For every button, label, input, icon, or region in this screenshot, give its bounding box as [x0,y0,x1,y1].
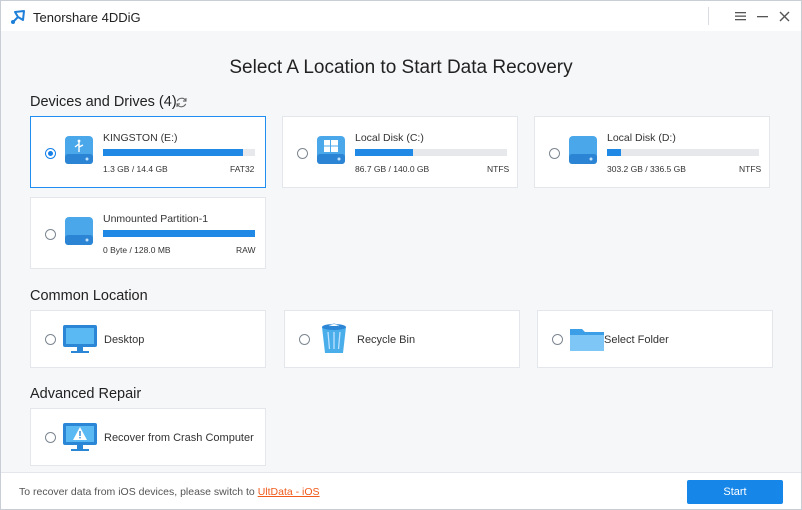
close-button[interactable] [775,7,793,25]
ultdata-ios-link[interactable]: UltData - iOS [258,486,320,498]
radio-select-folder[interactable] [552,334,563,345]
close-icon [779,11,789,21]
hard-drive-icon [65,217,93,245]
minimize-icon [756,16,768,18]
drive-size: 86.7 GB / 140.0 GB [355,164,430,174]
usage-bar [103,230,255,237]
drive-size: 0 Byte / 128.0 MB [103,245,171,255]
windows-drive-icon [317,136,345,164]
menu-button[interactable] [731,7,749,25]
location-label: Select Folder [604,334,669,346]
drive-card-unmounted[interactable]: Unmounted Partition-1 0 Byte / 128.0 MB … [30,197,266,269]
location-card-crash-computer[interactable]: Recover from Crash Computer [30,408,266,466]
radio-kingston[interactable] [45,148,56,159]
title-divider [708,7,709,25]
drive-card-local-d[interactable]: Local Disk (D:) 303.2 GB / 336.5 GB NTFS [534,116,770,188]
usage-bar-fill [355,149,413,156]
radio-local-c[interactable] [297,148,308,159]
crash-computer-icon [63,423,97,451]
hard-drive-icon [569,136,597,164]
location-card-select-folder[interactable]: Select Folder [537,310,773,368]
section-title-common: Common Location [30,288,148,304]
location-card-desktop[interactable]: Desktop [30,310,266,368]
recycle-bin-icon [322,323,346,353]
minimize-button[interactable] [753,7,771,25]
app-title: Tenorshare 4DDiG [33,9,141,25]
usage-bar-fill [103,149,243,156]
drive-name: Local Disk (C:) [355,132,424,144]
footer-text: To recover data from iOS devices, please… [19,486,258,498]
hamburger-icon [734,12,746,21]
drive-size: 303.2 GB / 336.5 GB [607,164,686,174]
location-label: Desktop [104,334,145,346]
drive-filesystem: NTFS [487,164,510,174]
usage-bar [607,149,759,156]
usage-bar-fill [103,230,255,237]
drive-filesystem: RAW [236,245,256,255]
app-window: Tenorshare 4DDiG Select A Location to St… [0,0,802,510]
section-title-devices: Devices and Drives (4) [30,94,177,110]
drive-card-kingston[interactable]: KINGSTON (E:) 1.3 GB / 14.4 GB FAT32 [30,116,266,188]
radio-unmounted[interactable] [45,229,56,240]
footer-message: To recover data from iOS devices, please… [19,486,320,498]
radio-desktop[interactable] [45,334,56,345]
location-label: Recover from Crash Computer [104,432,254,444]
brand: Tenorshare 4DDiG [9,8,141,26]
desktop-icon [63,325,97,353]
location-label: Recycle Bin [357,334,416,346]
location-card-recycle-bin[interactable]: Recycle Bin [284,310,520,368]
section-title-advanced: Advanced Repair [30,386,142,402]
drive-filesystem: NTFS [739,164,762,174]
drive-filesystem: FAT32 [230,164,255,174]
app-logo-icon [11,10,25,24]
drive-size: 1.3 GB / 14.4 GB [103,164,168,174]
radio-crash-computer[interactable] [45,432,56,443]
usage-bar-fill [607,149,621,156]
radio-local-d[interactable] [549,148,560,159]
start-button[interactable]: Start [687,480,783,504]
title-bar: Tenorshare 4DDiG [1,1,801,31]
radio-recycle-bin[interactable] [299,334,310,345]
folder-icon [570,329,604,351]
usb-drive-icon [65,136,93,164]
usage-bar [355,149,507,156]
page-title: Select A Location to Start Data Recovery [229,57,573,78]
drive-card-local-c[interactable]: Local Disk (C:) 86.7 GB / 140.0 GB NTFS [282,116,518,188]
drive-name: KINGSTON (E:) [103,132,178,144]
refresh-icon[interactable] [175,96,188,109]
drive-name: Unmounted Partition-1 [103,213,209,225]
drive-name: Local Disk (D:) [607,132,676,144]
usage-bar [103,149,255,156]
footer-bar: To recover data from iOS devices, please… [1,472,801,509]
